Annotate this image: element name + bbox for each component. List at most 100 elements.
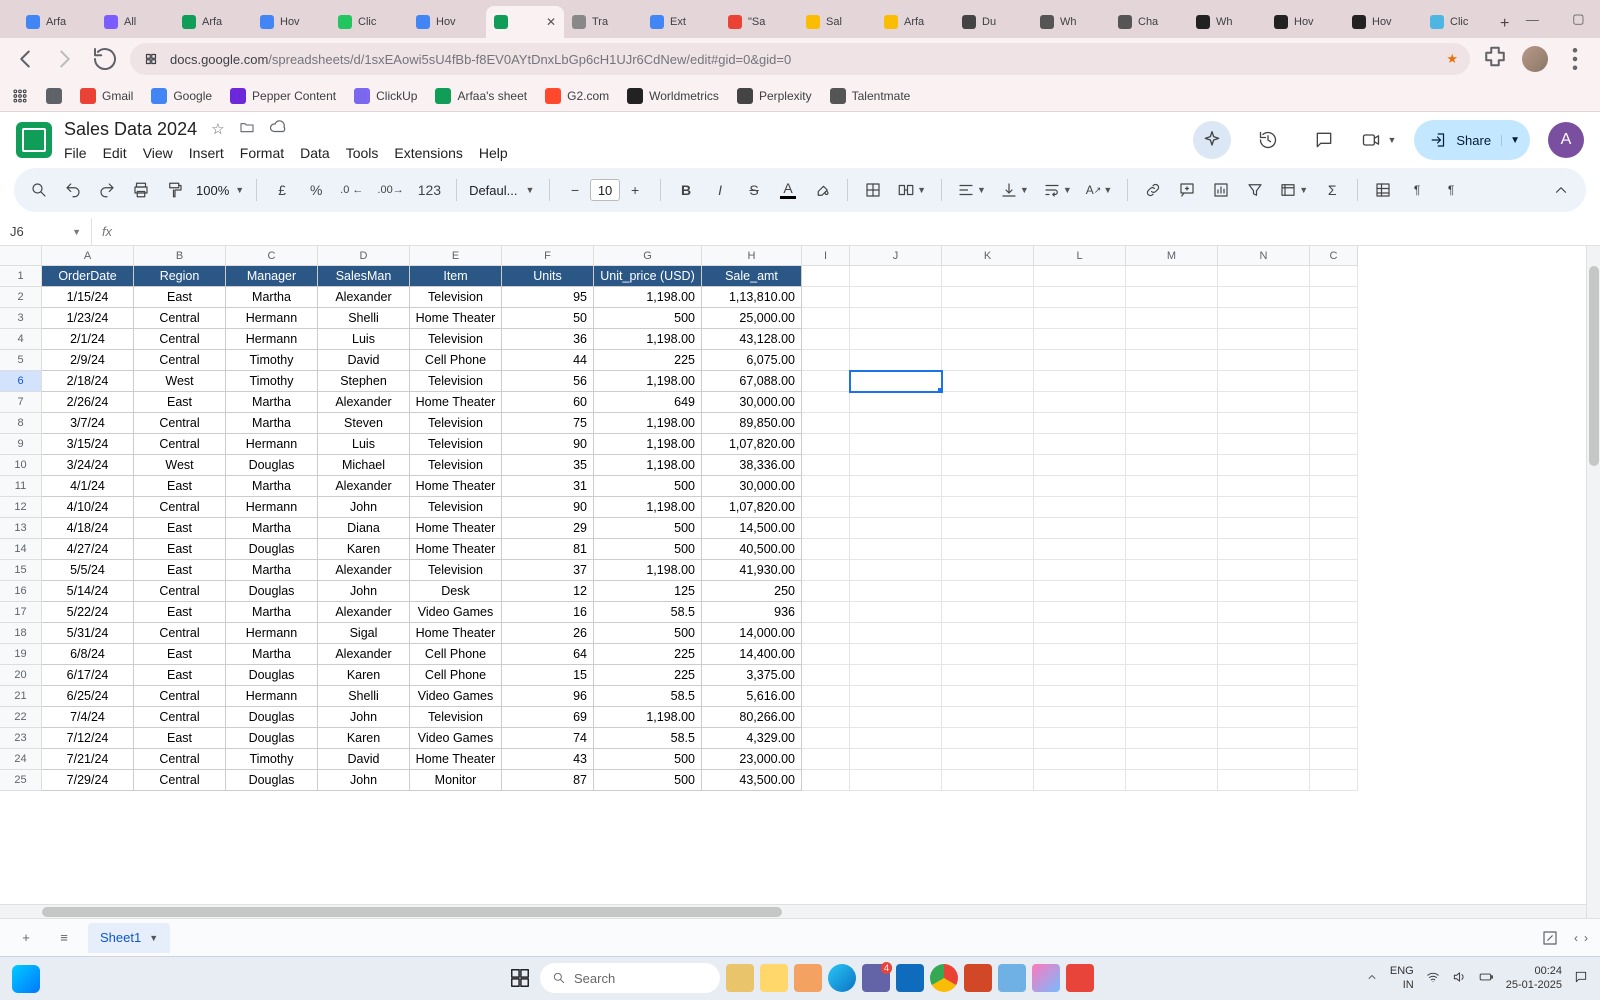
cell[interactable] bbox=[1310, 434, 1358, 455]
cell[interactable]: 30,000.00 bbox=[702, 392, 802, 413]
cell[interactable]: East bbox=[134, 602, 226, 623]
cell[interactable]: Television bbox=[410, 371, 502, 392]
row-header[interactable]: 13 bbox=[0, 518, 42, 539]
share-dropdown-icon[interactable]: ▼ bbox=[1501, 135, 1520, 146]
cell[interactable] bbox=[1126, 539, 1218, 560]
widgets-button[interactable] bbox=[12, 965, 40, 993]
cell[interactable]: East bbox=[134, 644, 226, 665]
column-header[interactable]: J bbox=[850, 246, 942, 266]
cell[interactable]: 31 bbox=[502, 476, 594, 497]
row-header[interactable]: 2 bbox=[0, 287, 42, 308]
cell[interactable] bbox=[850, 329, 942, 350]
header-cell[interactable] bbox=[1126, 266, 1218, 287]
url-field[interactable]: docs.google.com/spreadsheets/d/1sxEAowi5… bbox=[130, 43, 1470, 75]
cell[interactable]: 29 bbox=[502, 518, 594, 539]
cell[interactable]: Video Games bbox=[410, 686, 502, 707]
menu-tools[interactable]: Tools bbox=[346, 145, 379, 161]
cell[interactable]: Karen bbox=[318, 665, 410, 686]
cell[interactable] bbox=[1310, 644, 1358, 665]
cell[interactable] bbox=[1218, 476, 1310, 497]
cell[interactable]: 500 bbox=[594, 623, 702, 644]
cell[interactable]: Home Theater bbox=[410, 539, 502, 560]
cell[interactable]: Television bbox=[410, 329, 502, 350]
row-header[interactable]: 20 bbox=[0, 665, 42, 686]
cell[interactable]: 30,000.00 bbox=[702, 476, 802, 497]
cell[interactable] bbox=[942, 392, 1034, 413]
cell[interactable]: 5/5/24 bbox=[42, 560, 134, 581]
cell[interactable] bbox=[1126, 287, 1218, 308]
cell[interactable]: Cell Phone bbox=[410, 350, 502, 371]
cell[interactable] bbox=[802, 644, 850, 665]
browser-tab[interactable]: "Sa bbox=[720, 6, 798, 38]
cell[interactable] bbox=[802, 371, 850, 392]
cell[interactable]: 16 bbox=[502, 602, 594, 623]
row-header[interactable]: 19 bbox=[0, 644, 42, 665]
cell[interactable]: Central bbox=[134, 308, 226, 329]
snagit-icon[interactable] bbox=[1066, 964, 1094, 992]
cell[interactable] bbox=[1218, 497, 1310, 518]
cell[interactable]: 64 bbox=[502, 644, 594, 665]
copilot-icon[interactable] bbox=[1032, 964, 1060, 992]
cell[interactable]: 89,850.00 bbox=[702, 413, 802, 434]
wifi-icon[interactable] bbox=[1426, 970, 1440, 987]
cell[interactable] bbox=[942, 686, 1034, 707]
cell[interactable] bbox=[802, 560, 850, 581]
file-explorer-icon[interactable] bbox=[760, 964, 788, 992]
paint-icon[interactable] bbox=[998, 964, 1026, 992]
cell[interactable]: Alexander bbox=[318, 602, 410, 623]
cell[interactable]: 23,000.00 bbox=[702, 749, 802, 770]
comments-icon[interactable] bbox=[1305, 121, 1343, 159]
browser-tab[interactable]: Wh bbox=[1188, 6, 1266, 38]
browser-tab[interactable]: Clic bbox=[1422, 6, 1500, 38]
history-icon[interactable] bbox=[1249, 121, 1287, 159]
cell[interactable]: 4/1/24 bbox=[42, 476, 134, 497]
cell[interactable]: 12 bbox=[502, 581, 594, 602]
cell[interactable]: 43,128.00 bbox=[702, 329, 802, 350]
taskbar-search[interactable]: Search bbox=[540, 963, 720, 993]
column-header[interactable]: G bbox=[594, 246, 702, 266]
cell[interactable]: 81 bbox=[502, 539, 594, 560]
cell[interactable] bbox=[1126, 392, 1218, 413]
cell[interactable]: Timothy bbox=[226, 350, 318, 371]
cell[interactable]: 500 bbox=[594, 476, 702, 497]
cell[interactable]: 58.5 bbox=[594, 602, 702, 623]
cell[interactable] bbox=[1034, 308, 1126, 329]
cell[interactable] bbox=[942, 350, 1034, 371]
cell[interactable]: 50 bbox=[502, 308, 594, 329]
cell[interactable]: Timothy bbox=[226, 371, 318, 392]
cell[interactable] bbox=[1310, 707, 1358, 728]
cell[interactable] bbox=[1126, 770, 1218, 791]
cell[interactable]: Douglas bbox=[226, 728, 318, 749]
cell[interactable]: 1/23/24 bbox=[42, 308, 134, 329]
row-header[interactable]: 17 bbox=[0, 602, 42, 623]
row-header[interactable]: 11 bbox=[0, 476, 42, 497]
cell[interactable]: Sigal bbox=[318, 623, 410, 644]
row-header[interactable]: 24 bbox=[0, 749, 42, 770]
cell[interactable]: Alexander bbox=[318, 560, 410, 581]
maximize-button[interactable]: ▢ bbox=[1555, 0, 1600, 38]
cell[interactable] bbox=[1126, 749, 1218, 770]
cell[interactable]: Central bbox=[134, 581, 226, 602]
cell[interactable] bbox=[802, 728, 850, 749]
cell[interactable] bbox=[1126, 371, 1218, 392]
cell[interactable]: 7/4/24 bbox=[42, 707, 134, 728]
horizontal-align-button[interactable]: ▼ bbox=[954, 176, 989, 204]
menu-data[interactable]: Data bbox=[300, 145, 330, 161]
cell[interactable] bbox=[1034, 707, 1126, 728]
browser-tab[interactable]: Ext bbox=[642, 6, 720, 38]
cell[interactable]: 2/18/24 bbox=[42, 371, 134, 392]
cell[interactable] bbox=[1126, 686, 1218, 707]
cell[interactable] bbox=[802, 329, 850, 350]
cell[interactable]: Home Theater bbox=[410, 308, 502, 329]
cell[interactable]: 5,616.00 bbox=[702, 686, 802, 707]
name-box[interactable]: J6▼ bbox=[0, 218, 92, 245]
language-indicator[interactable]: ENGIN bbox=[1390, 965, 1414, 991]
cell[interactable]: 90 bbox=[502, 434, 594, 455]
cell[interactable]: Central bbox=[134, 686, 226, 707]
cell[interactable] bbox=[1034, 770, 1126, 791]
undo-button[interactable] bbox=[60, 176, 86, 204]
cell[interactable] bbox=[942, 434, 1034, 455]
cell[interactable] bbox=[802, 770, 850, 791]
browser-tab[interactable]: Hov bbox=[408, 6, 486, 38]
cloud-status-icon[interactable] bbox=[269, 118, 287, 140]
